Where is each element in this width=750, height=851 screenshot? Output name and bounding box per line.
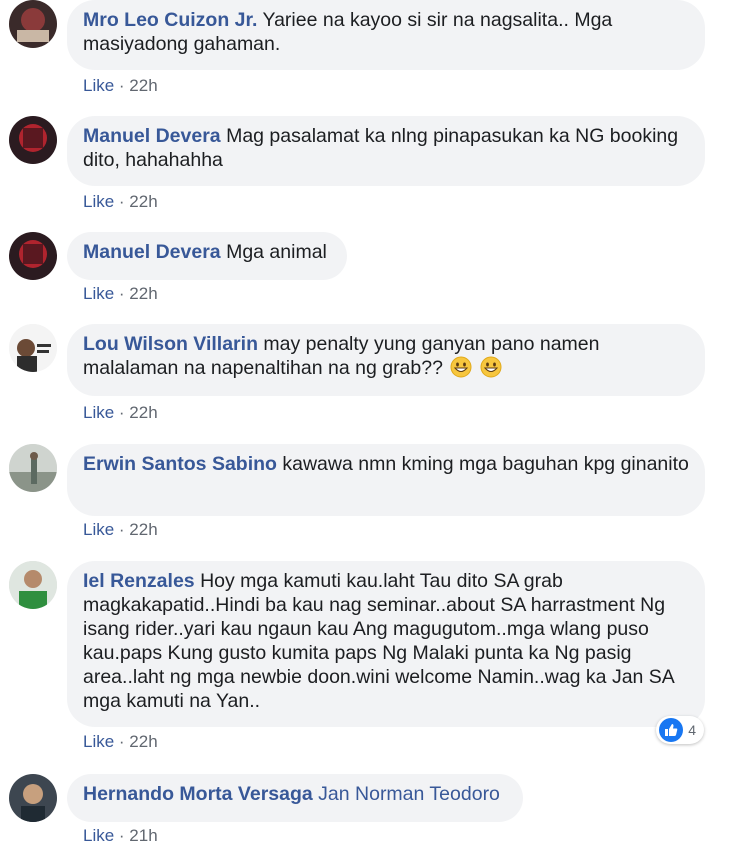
comment-bubble: Mro Leo Cuizon Jr. Yariee na kayoo si si… (67, 0, 705, 70)
comment-bubble: Iel Renzales Hoy mga kamuti kau.laht Tau… (67, 561, 705, 727)
comment-author[interactable]: Iel Renzales (83, 570, 195, 592)
comment-time[interactable]: 22h (129, 76, 157, 95)
comment-text: kawawa nmn kming mga baguhan kpg ginanit… (282, 453, 689, 475)
comment-meta: Like · 22h (83, 76, 158, 95)
comment-meta: Like · 22h (83, 732, 158, 751)
comment-author[interactable]: Manuel Devera (83, 125, 221, 147)
grinning-face-emoji (480, 356, 502, 378)
avatar[interactable] (9, 0, 57, 48)
avatar[interactable] (9, 774, 57, 822)
grinning-face-emoji (450, 356, 472, 378)
comment-bubble: Hernando Morta Versaga Jan Norman Teodor… (67, 774, 523, 822)
comment-bubble: Erwin Santos Sabino kawawa nmn kming mga… (67, 444, 705, 516)
comment-time[interactable]: 22h (129, 192, 157, 211)
comment-meta: Like · 21h (83, 826, 158, 845)
comment-time[interactable]: 21h (129, 826, 157, 845)
like-button[interactable]: Like (83, 284, 114, 303)
thumbs-up-icon (659, 718, 684, 742)
like-button[interactable]: Like (83, 520, 114, 539)
comment-text: Mga animal (226, 241, 327, 263)
like-button[interactable]: Like (83, 403, 114, 422)
comment-meta: Like · 22h (83, 284, 158, 303)
comment-time[interactable]: 22h (129, 520, 157, 539)
comment-time[interactable]: 22h (129, 403, 157, 422)
avatar[interactable] (9, 232, 57, 280)
comment-bubble: Manuel Devera Mag pasalamat ka nlng pina… (67, 116, 705, 186)
comment-author[interactable]: Lou Wilson Villarin (83, 333, 258, 355)
comment-bubble: Lou Wilson Villarin may penalty yung gan… (67, 324, 705, 396)
comment-time[interactable]: 22h (129, 284, 157, 303)
comment-author[interactable]: Hernando Morta Versaga (83, 783, 313, 805)
comment-author[interactable]: Manuel Devera (83, 241, 221, 263)
avatar[interactable] (9, 116, 57, 164)
like-button[interactable]: Like (83, 732, 114, 751)
comment-meta: Like · 22h (83, 403, 158, 422)
comment-text: Jan Norman Teodoro (318, 783, 500, 805)
like-button[interactable]: Like (83, 826, 114, 845)
comment-meta: Like · 22h (83, 192, 158, 211)
comment-time[interactable]: 22h (129, 732, 157, 751)
avatar[interactable] (9, 324, 57, 372)
reaction-count: 4 (688, 722, 696, 738)
like-button[interactable]: Like (83, 76, 114, 95)
comment-author[interactable]: Erwin Santos Sabino (83, 453, 277, 475)
avatar[interactable] (9, 561, 57, 609)
like-button[interactable]: Like (83, 192, 114, 211)
comment-bubble: Manuel Devera Mga animal (67, 232, 347, 280)
comment-author[interactable]: Mro Leo Cuizon Jr. (83, 9, 257, 31)
avatar[interactable] (9, 444, 57, 492)
reactions-summary[interactable]: 4 (656, 716, 704, 744)
comment-meta: Like · 22h (83, 520, 158, 539)
